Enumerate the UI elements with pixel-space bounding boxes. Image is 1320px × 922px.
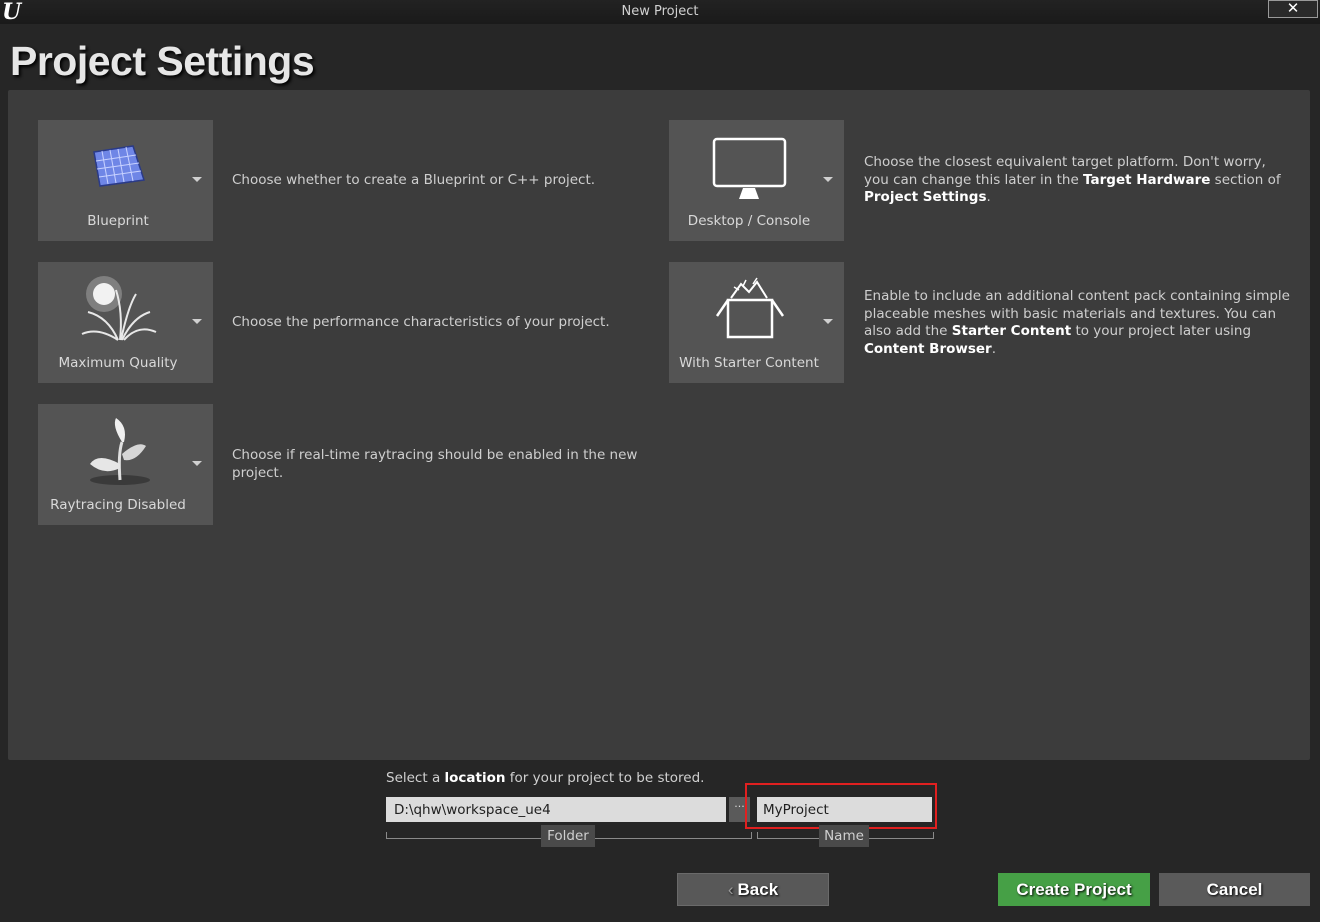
tile-label: Raytracing Disabled bbox=[50, 497, 186, 513]
starter-content-box-icon bbox=[715, 277, 785, 339]
folder-caption: Folder bbox=[541, 825, 595, 847]
raytracing-tile[interactable]: Raytracing Disabled bbox=[38, 404, 213, 525]
chevron-left-icon: ‹ bbox=[727, 879, 734, 899]
chevron-down-icon[interactable] bbox=[823, 319, 833, 324]
name-caption: Name bbox=[819, 825, 869, 847]
starter-content-tile[interactable]: With Starter Content bbox=[669, 262, 844, 383]
create-project-button[interactable]: Create Project bbox=[998, 873, 1150, 906]
tile-label: Desktop / Console bbox=[687, 213, 811, 229]
chevron-down-icon[interactable] bbox=[192, 319, 202, 324]
tile-label: Maximum Quality bbox=[58, 355, 178, 371]
tile-description: Choose the closest equivalent target pla… bbox=[864, 154, 1281, 205]
tile-description: Choose the performance characteristics o… bbox=[232, 314, 610, 330]
chevron-down-icon[interactable] bbox=[823, 177, 833, 182]
back-button-label: Back bbox=[737, 879, 779, 899]
page-title: Project Settings bbox=[10, 38, 315, 84]
back-button[interactable]: ‹ Back bbox=[677, 873, 829, 906]
location-label: Select a location for your project to be… bbox=[386, 770, 705, 786]
chevron-down-icon[interactable] bbox=[192, 177, 202, 182]
blueprint-icon bbox=[93, 145, 145, 187]
window-titlebar: U New Project ✕ bbox=[0, 0, 1320, 24]
raytracing-leaf-icon bbox=[90, 418, 150, 485]
quality-plant-icon bbox=[81, 276, 157, 341]
tile-label: Blueprint bbox=[87, 213, 149, 229]
window-title: New Project bbox=[621, 4, 699, 19]
settings-panel: Blueprint Choose whether to create a Blu… bbox=[8, 90, 1310, 760]
platform-tile[interactable]: Desktop / Console bbox=[669, 120, 844, 241]
tile-label: With Starter Content bbox=[679, 355, 819, 371]
quality-tile[interactable]: Maximum Quality bbox=[38, 262, 213, 383]
folder-path-input[interactable] bbox=[386, 797, 726, 822]
chevron-down-icon[interactable] bbox=[192, 461, 202, 466]
name-highlight-box bbox=[745, 783, 937, 829]
cancel-button[interactable]: Cancel bbox=[1159, 873, 1310, 906]
tile-description: Enable to include an additional content … bbox=[864, 288, 1290, 357]
tile-description: Choose if real-time raytracing should be… bbox=[232, 447, 638, 481]
close-window-button[interactable]: ✕ bbox=[1268, 0, 1318, 18]
project-type-tile[interactable]: Blueprint bbox=[38, 120, 213, 241]
monitor-icon bbox=[712, 137, 787, 199]
tile-description: Choose whether to create a Blueprint or … bbox=[232, 172, 596, 188]
